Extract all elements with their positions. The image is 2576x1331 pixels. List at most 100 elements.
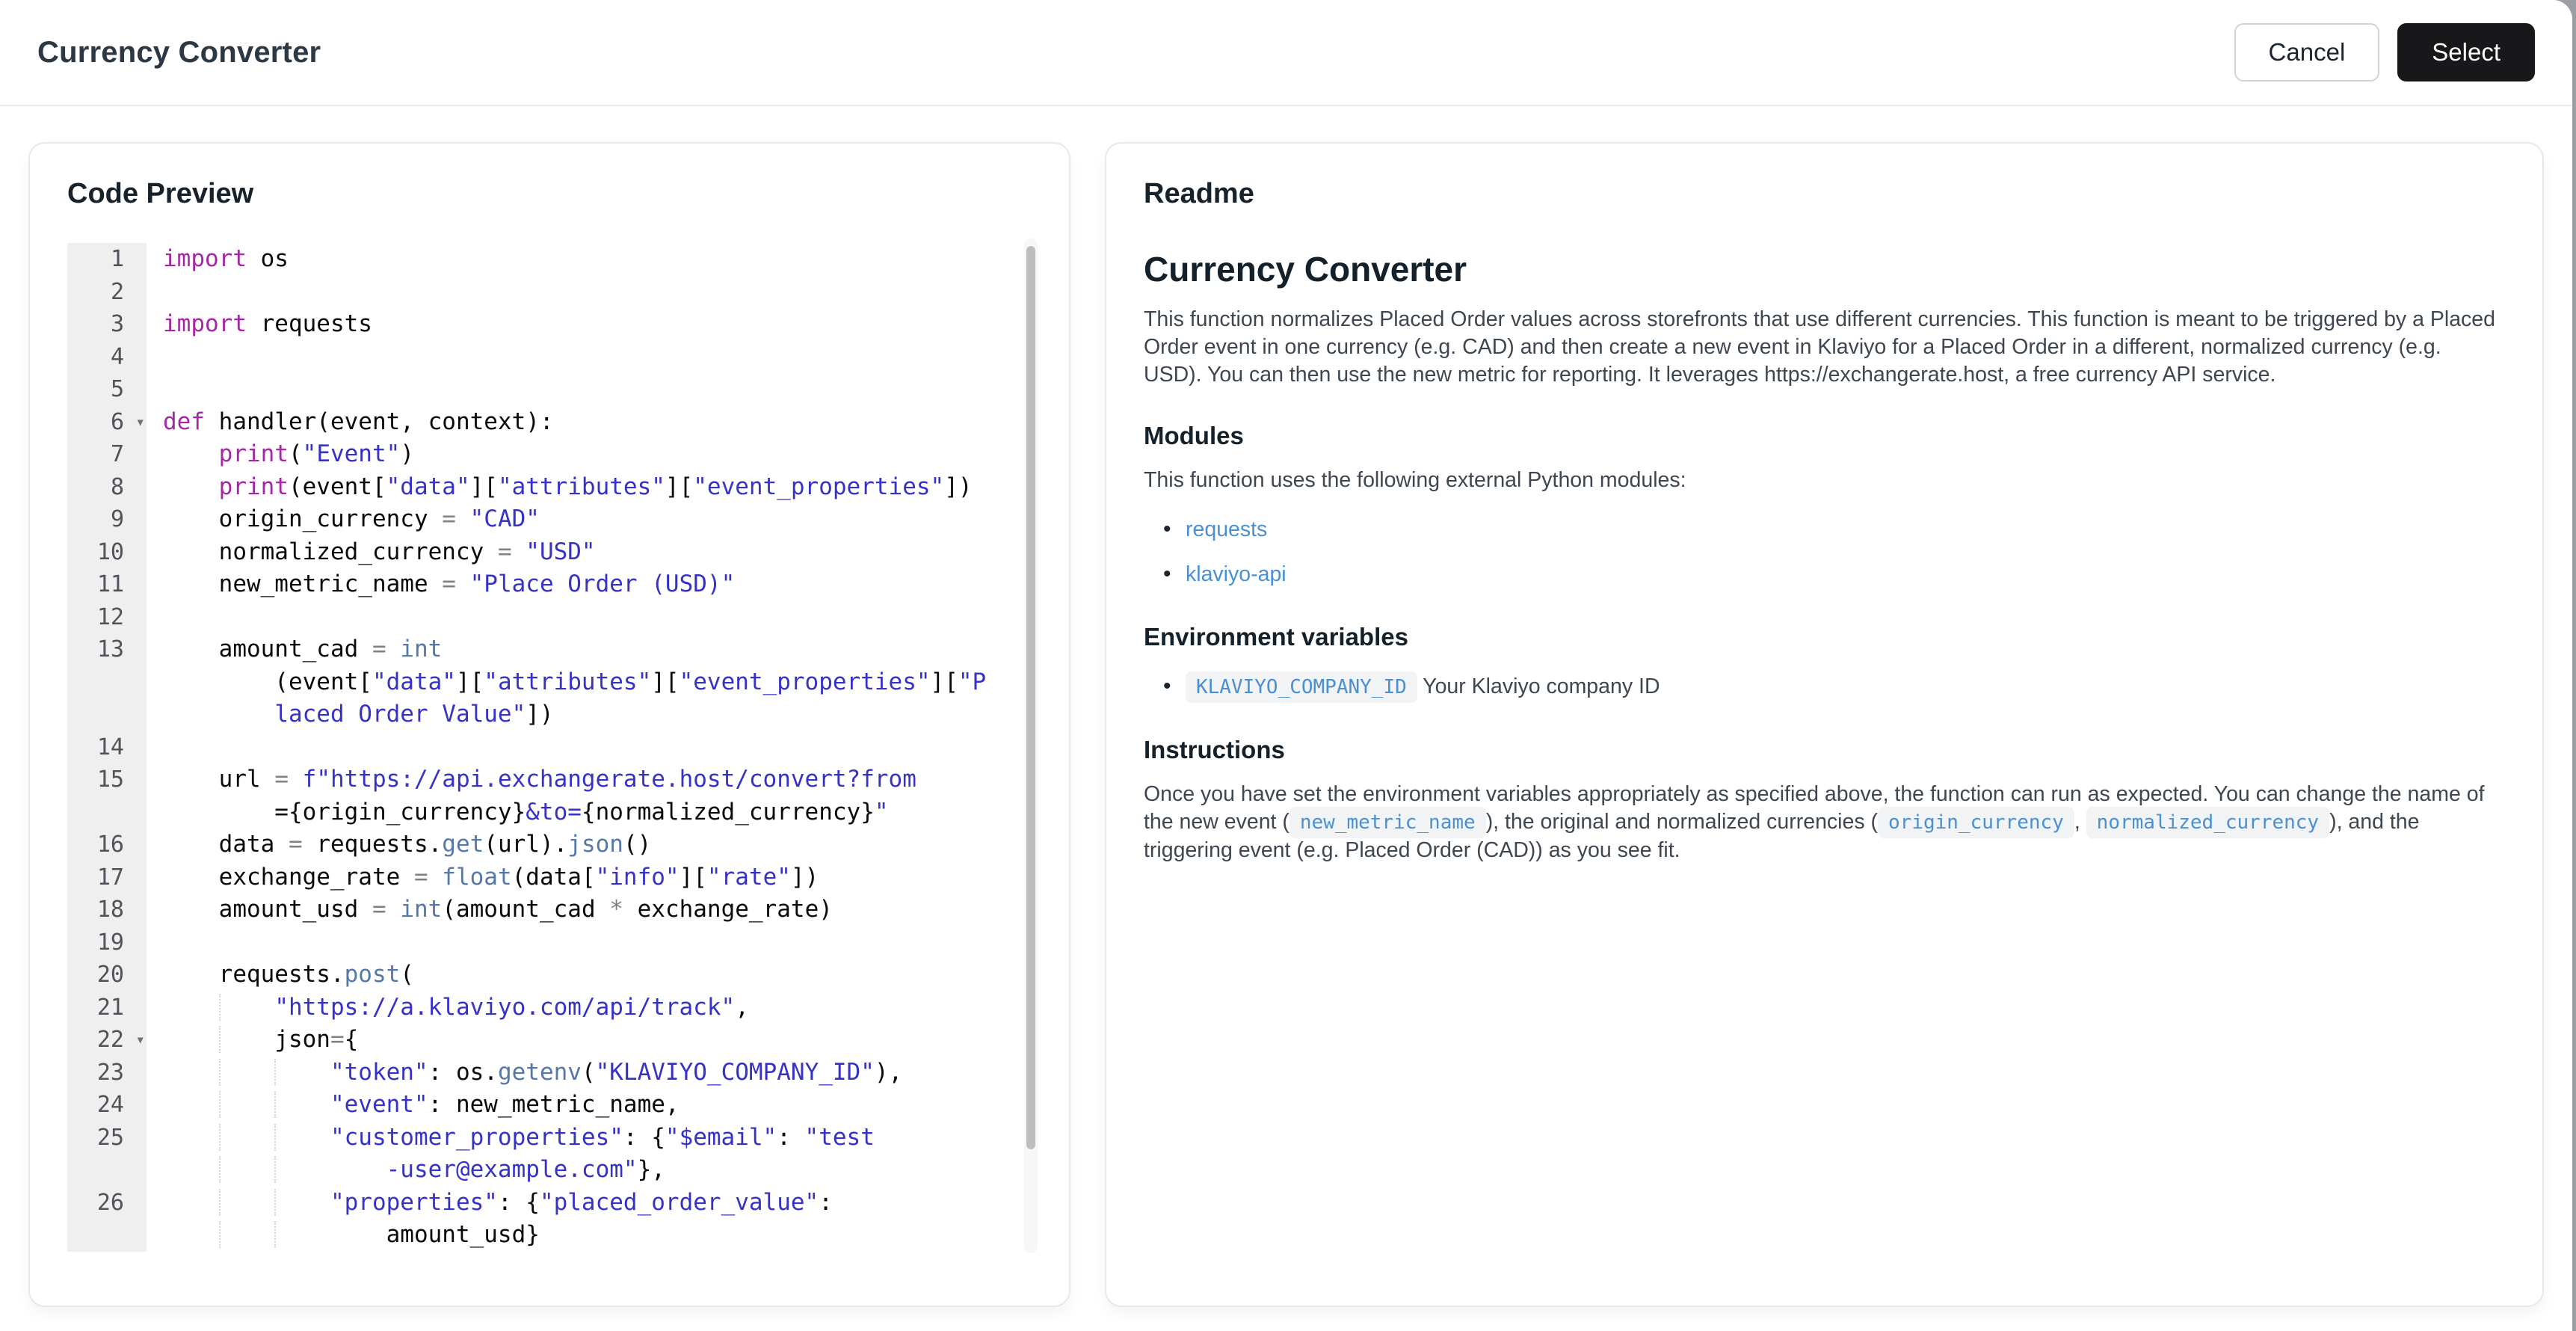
fold-toggle-icon[interactable]: ▾ (135, 406, 145, 439)
readme-intro: This function normalizes Placed Order va… (1144, 307, 2496, 387)
code-text: json={ (147, 1024, 358, 1057)
code-line: 1 import os (67, 243, 1038, 276)
code-text: "properties": {"placed_order_value": (147, 1187, 833, 1220)
code-line: amount_usd} (67, 1219, 1038, 1252)
code-line: 7 print("Event") (67, 438, 1038, 471)
code-text: exchange_rate = float(data["info"]["rate… (163, 863, 819, 891)
code-text: url = f"https://api.exchangerate.host/co… (163, 766, 916, 793)
code-text: "token": os.getenv("KLAVIYO_COMPANY_ID")… (147, 1057, 902, 1089)
line-number: 10 (67, 535, 147, 568)
code-text: amount_cad = int (163, 636, 443, 663)
env-var-chip: KLAVIYO_COMPANY_ID (1186, 671, 1417, 703)
code-text (147, 731, 163, 764)
line-number: 19 (67, 926, 147, 959)
code-text: def handler(event, context): (163, 408, 554, 435)
code-text: (event["data"]["attributes"]["event_prop… (163, 668, 987, 695)
module-link[interactable]: requests (1186, 517, 1267, 541)
module-link[interactable]: klaviyo-api (1186, 562, 1287, 586)
line-number: 14 (67, 731, 147, 763)
code-line: 22 ▾ json={ (67, 1024, 1038, 1057)
line-number: 11 (67, 568, 147, 601)
modules-intro: This function uses the following externa… (1144, 468, 1686, 492)
code-line: 4 (67, 340, 1038, 373)
code-line: 19 (67, 926, 1038, 959)
code-editor[interactable]: 1 import os 2 3 import requests 4 5 6 ▾ def handl… (67, 239, 1038, 1253)
line-number (67, 1219, 147, 1252)
code-text: ={origin_currency}&to={normalized_curren… (163, 798, 889, 826)
code-line: ={origin_currency}&to={normalized_curren… (67, 796, 1038, 829)
code-text: "https://a.klaviyo.com/api/track", (147, 992, 749, 1024)
code-text: "event": new_metric_name, (147, 1089, 680, 1122)
code-line: 9 origin_currency = "CAD" (67, 503, 1038, 536)
readme-panel-title: Readme (1144, 178, 1254, 209)
env-var-item: KLAVIYO_COMPANY_ID Your Klaviyo company … (1144, 671, 2500, 703)
line-number: 3 (67, 308, 147, 341)
line-number: 5 (67, 373, 147, 406)
code-text: import os (163, 245, 289, 272)
readme-title: Currency Converter (1144, 250, 1467, 289)
instructions-heading: Instructions (1144, 736, 1285, 763)
code-line: 11 new_metric_name = "Place Order (USD)" (67, 568, 1038, 601)
currency-converter-modal: Currency Converter Cancel Select Code Pr… (0, 0, 2572, 1331)
code-line: 25 "customer_properties": {"$email": "te… (67, 1121, 1038, 1154)
inline-code-chip: origin_currency (1878, 807, 2074, 838)
code-line: -user@example.com"}, (67, 1154, 1038, 1187)
line-number: 21 (67, 991, 147, 1024)
editor-scrollbar[interactable] (1024, 239, 1038, 1253)
line-number: 23 (67, 1056, 147, 1089)
line-number: 8 (67, 470, 147, 503)
code-line: 20 requests.post( (67, 959, 1038, 992)
line-number: 7 (67, 438, 147, 471)
modules-heading: Modules (1144, 422, 1244, 449)
line-number: 13 (67, 633, 147, 666)
code-line: 3 import requests (67, 308, 1038, 341)
code-line: 12 (67, 600, 1038, 634)
code-line: 14 (67, 731, 1038, 764)
line-number: 18 (67, 894, 147, 926)
modules-list: requests klaviyo-api (1144, 514, 2500, 590)
code-lines: 1 import os 2 3 import requests 4 5 6 ▾ def handl… (67, 239, 1038, 1252)
line-number: 16 (67, 829, 147, 861)
code-text: requests.post( (163, 961, 414, 988)
line-number (67, 698, 147, 731)
code-text: import requests (163, 310, 372, 337)
code-text (147, 601, 163, 634)
code-line: 17 exchange_rate = float(data["info"]["r… (67, 861, 1038, 894)
modal-header: Currency Converter Cancel Select (0, 0, 2572, 106)
code-line: 24 "event": new_metric_name, (67, 1089, 1038, 1122)
cancel-button[interactable]: Cancel (2234, 23, 2380, 82)
code-line: 6 ▾ def handler(event, context): (67, 405, 1038, 439)
line-number: 17 (67, 861, 147, 894)
code-line: 23 "token": os.getenv("KLAVIYO_COMPANY_I… (67, 1056, 1038, 1089)
editor-scrollbar-thumb[interactable] (1026, 246, 1035, 1149)
code-line: 13 amount_cad = int (67, 633, 1038, 666)
code-text (147, 373, 163, 406)
line-number (67, 666, 147, 698)
code-line: 2 (67, 275, 1038, 309)
line-number: 22 ▾ (67, 1024, 147, 1057)
line-number: 20 (67, 959, 147, 992)
module-item: requests (1144, 514, 2500, 545)
inline-code-chip: new_metric_name (1289, 807, 1486, 838)
code-text: -user@example.com"}, (147, 1154, 665, 1187)
code-preview-title: Code Preview (67, 178, 254, 209)
code-text: amount_usd} (147, 1219, 540, 1252)
code-text (147, 926, 163, 959)
code-text (147, 276, 163, 309)
env-vars-list: KLAVIYO_COMPANY_ID Your Klaviyo company … (1144, 671, 2500, 703)
line-number: 12 (67, 600, 147, 633)
env-vars-heading: Environment variables (1144, 623, 1408, 651)
code-line: (event["data"]["attributes"]["event_prop… (67, 666, 1038, 698)
line-number (67, 796, 147, 829)
code-line: laced Order Value"]) (67, 698, 1038, 731)
select-button[interactable]: Select (2397, 23, 2535, 82)
code-text: print(event["data"]["attributes"]["event… (218, 473, 973, 500)
header-actions: Cancel Select (2234, 23, 2535, 82)
line-number: 1 (67, 243, 147, 276)
fold-toggle-icon[interactable]: ▾ (135, 1024, 145, 1057)
code-line: 21 "https://a.klaviyo.com/api/track", (67, 991, 1038, 1024)
code-text: normalized_currency = "USD" (163, 538, 596, 565)
instructions-paragraph: Once you have set the environment variab… (1144, 782, 2485, 862)
code-text: amount_usd = int(amount_cad * exchange_r… (163, 896, 833, 923)
code-text: origin_currency = "CAD" (163, 505, 540, 532)
